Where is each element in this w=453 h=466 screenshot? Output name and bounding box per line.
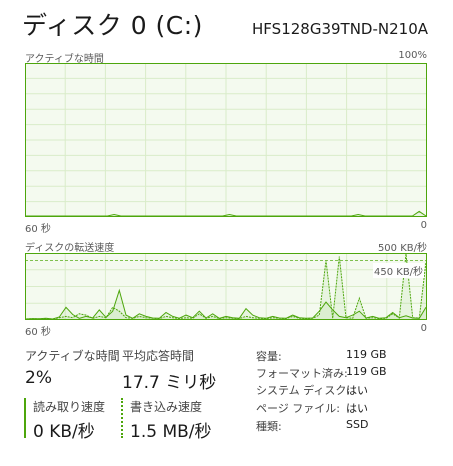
property-label: 容量: <box>256 350 282 363</box>
property-value: はい <box>346 384 368 397</box>
transfer-rate-chart-max-label: 500 KB/秒 <box>377 243 427 254</box>
write-speed-label: 書き込み速度 <box>130 400 203 414</box>
property-value: SSD <box>346 418 369 431</box>
page-title: ディスク 0 (C:) <box>22 11 203 40</box>
transfer-rate-reference-label: 450 KB/秒 <box>373 263 425 278</box>
response-time-label: 平均応答時間 <box>122 349 195 363</box>
transfer-rate-chart <box>25 253 427 320</box>
property-value: 119 GB <box>346 365 387 378</box>
write-speed-indicator <box>121 398 123 438</box>
property-value: 119 GB <box>346 348 387 361</box>
read-speed-indicator <box>24 398 26 438</box>
write-speed-value: 1.5 MB/秒 <box>130 422 212 442</box>
transfer-rate-chart-x-right-label: 0 <box>420 323 427 334</box>
active-time-chart-x-right-label: 0 <box>420 220 427 231</box>
transfer-rate-chart-x-left-label: 60 秒 <box>25 327 51 338</box>
active-time-chart-x-left-label: 60 秒 <box>25 224 51 235</box>
property-label: 種類: <box>256 420 282 433</box>
response-time-value: 17.7 ミリ秒 <box>122 373 217 393</box>
active-time-chart <box>25 63 427 217</box>
read-speed-value: 0 KB/秒 <box>33 422 95 442</box>
active-time-chart-max-label: 100% <box>398 50 427 61</box>
read-speed-label: 読み取り速度 <box>33 400 106 414</box>
property-label: システム ディスク: <box>256 384 351 397</box>
active-time-label: アクティブな時間 <box>25 349 120 363</box>
property-label: ページ ファイル: <box>256 402 340 415</box>
active-time-value: 2% <box>25 368 52 388</box>
disk-model: HFS128G39TND-N210A <box>252 20 428 38</box>
property-label: フォーマット済み: <box>256 367 348 380</box>
transfer-rate-chart-title: ディスクの転送速度 <box>25 243 115 254</box>
property-value: はい <box>346 402 368 415</box>
